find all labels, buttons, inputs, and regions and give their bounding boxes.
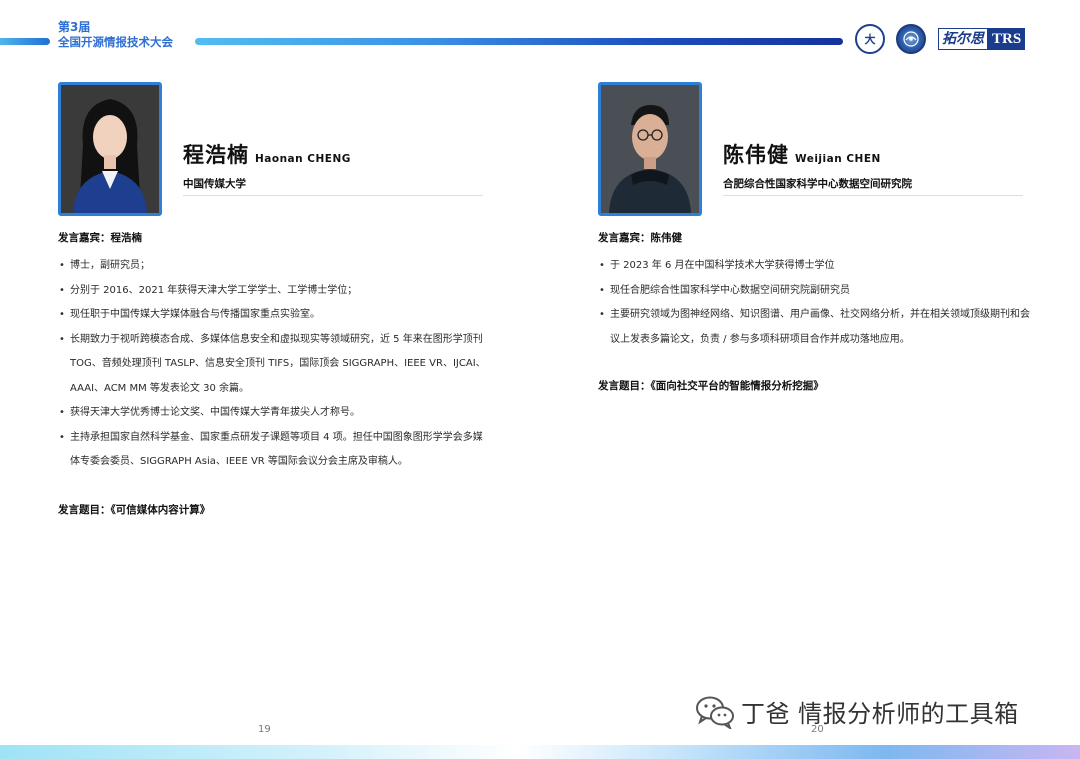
institute-emblem-logo — [896, 24, 926, 54]
speaker-affiliation: 中国传媒大学 — [183, 178, 246, 190]
speaker-name: 陈伟健 Weijian CHEN — [723, 139, 881, 169]
university-seal-logo: 大 — [855, 24, 885, 54]
page-number-left: 19 — [258, 724, 271, 735]
speaker-name-en: Haonan CHENG — [255, 153, 351, 165]
bio-list: 博士，副研究员； 分别于 2016、2021 年获得天津大学工学学士、工学博士学… — [58, 254, 490, 475]
talk-topic: 发言题目：《面向社交平台的智能情报分析挖掘》 — [598, 380, 824, 392]
conference-edition: 第3届 — [58, 20, 91, 34]
university-seal-text: 大 — [864, 33, 876, 46]
speaker-name-cn: 陈伟健 — [723, 143, 789, 167]
bio-item: 博士，副研究员； — [58, 254, 490, 279]
speaker-name-en: Weijian CHEN — [795, 153, 881, 165]
bio-list: 于 2023 年 6 月在中国科学技术大学获得博士学位 现任合肥综合性国家科学中… — [598, 254, 1030, 352]
speaker-photo — [598, 82, 702, 216]
watermark: 丁爸 情报分析师的工具箱 — [695, 694, 1019, 729]
bio-item: 于 2023 年 6 月在中国科学技术大学获得博士学位 — [598, 254, 1030, 279]
bio-item: 分别于 2016、2021 年获得天津大学工学学士、工学博士学位； — [58, 279, 490, 304]
header-accent-bar-left — [0, 38, 50, 45]
trs-logo-en: TRS — [988, 28, 1026, 50]
bio-item: 主持承担国家自然科学基金、国家重点研发子课题等项目 4 项。担任中国图象图形学学… — [58, 426, 490, 475]
portrait-male-icon — [601, 85, 699, 213]
talk-topic: 发言题目：《可信媒体内容计算》 — [58, 504, 211, 516]
conference-title: 第3届 全国开源情报技术大会 — [58, 20, 173, 50]
bio-item: 主要研究领域为图神经网络、知识图谱、用户画像、社交网络分析，并在相关领域顶级期刊… — [598, 303, 1030, 352]
conference-name: 全国开源情报技术大会 — [58, 35, 173, 49]
divider — [183, 195, 483, 196]
speaker-photo — [58, 82, 162, 216]
watermark-text: 丁爸 情报分析师的工具箱 — [741, 700, 1019, 728]
bio-item: 现任职于中国传媒大学媒体融合与传播国家重点实验室。 — [58, 303, 490, 328]
bio-item: 现任合肥综合性国家科学中心数据空间研究院副研究员 — [598, 279, 1030, 304]
trs-logo-cn: 拓尔思 — [938, 28, 988, 50]
bio-item: 获得天津大学优秀博士论文奖、中国传媒大学青年拔尖人才称号。 — [58, 401, 490, 426]
speaker-name-cn: 程浩楠 — [183, 143, 249, 167]
speaker-affiliation: 合肥综合性国家科学中心数据空间研究院 — [723, 178, 912, 190]
footer-gradient-bar — [0, 745, 1080, 759]
portrait-female-icon — [61, 85, 159, 213]
emblem-icon — [903, 31, 919, 47]
speaker-name: 程浩楠 Haonan CHENG — [183, 139, 351, 169]
header-accent-bar — [195, 38, 843, 45]
guest-label: 发言嘉宾：程浩楠 — [58, 232, 142, 244]
guest-label: 发言嘉宾：陈伟健 — [598, 232, 682, 244]
wechat-icon — [696, 696, 734, 729]
divider — [723, 195, 1023, 196]
bio-item: 长期致力于视听跨模态合成、多媒体信息安全和虚拟现实等领域研究，近 5 年来在图形… — [58, 328, 490, 402]
trs-logo: 拓尔思 TRS — [938, 28, 1026, 50]
